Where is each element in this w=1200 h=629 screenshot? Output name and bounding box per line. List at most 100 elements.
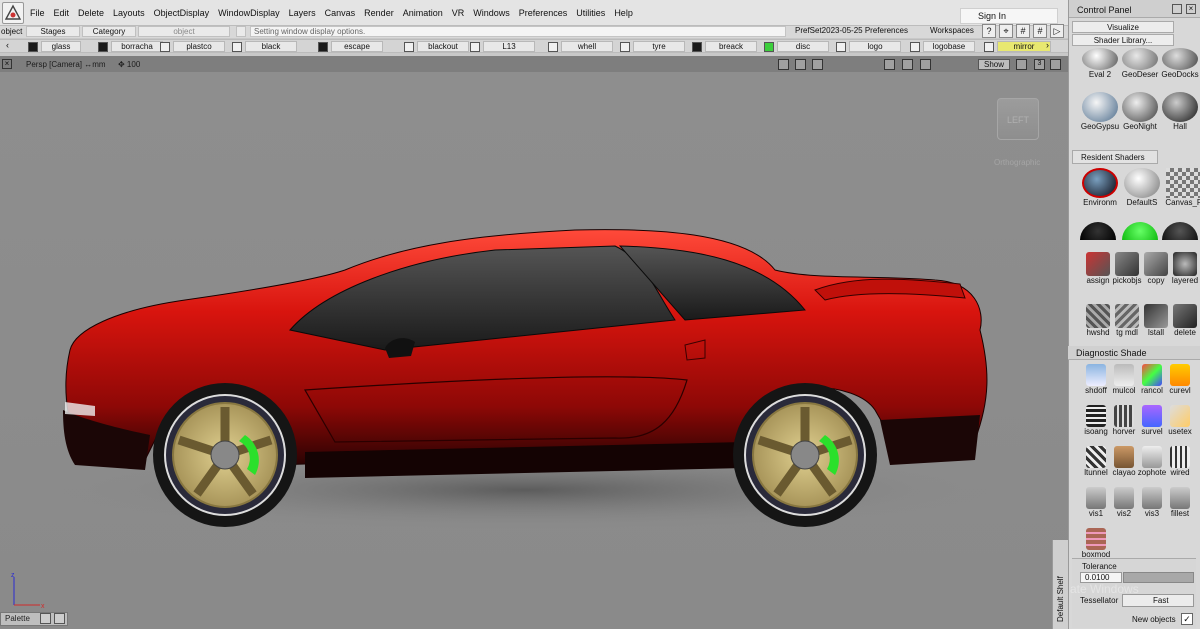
- tool-tg-mdl[interactable]: tg mdl: [1111, 304, 1143, 344]
- layer-blackout[interactable]: blackout: [404, 41, 469, 52]
- shader-item[interactable]: Eval 2: [1080, 48, 1120, 88]
- layer-borracha[interactable]: borracha: [98, 41, 163, 52]
- car-model[interactable]: [55, 180, 1010, 540]
- diag-tool-curevl[interactable]: curevl: [1164, 364, 1196, 404]
- object-field[interactable]: object: [138, 26, 230, 37]
- menu-objectdisplay[interactable]: ObjectDisplay: [154, 8, 219, 18]
- layer-scroll-left-icon[interactable]: ‹: [6, 40, 9, 50]
- menu-preferences[interactable]: Preferences: [519, 8, 577, 18]
- resident-shaders-tab[interactable]: Resident Shaders: [1072, 150, 1158, 164]
- layer-label[interactable]: logobase: [923, 41, 975, 52]
- menu-delete[interactable]: Delete: [78, 8, 113, 18]
- tool-delete[interactable]: delete: [1169, 304, 1200, 344]
- palette-window-icon[interactable]: [40, 613, 51, 624]
- layer-logo[interactable]: logo: [836, 41, 901, 52]
- layer-swatch[interactable]: [160, 41, 170, 52]
- layer-label[interactable]: mirror: [997, 41, 1051, 52]
- layer-disc[interactable]: disc: [764, 41, 829, 52]
- tool-layered[interactable]: layered: [1169, 252, 1200, 292]
- viewport[interactable]: × Persp [Camera] ↔mm ✥ 100 Show 3 LEFT O…: [0, 56, 1068, 629]
- menu-animation[interactable]: Animation: [403, 8, 452, 18]
- layer-scroll-right-icon[interactable]: ›: [1046, 40, 1049, 50]
- layer-swatch[interactable]: [620, 41, 630, 52]
- menu-utilities[interactable]: Utilities: [576, 8, 614, 18]
- panel-close-icon[interactable]: ×: [1186, 4, 1196, 14]
- layer-swatch[interactable]: [836, 41, 846, 52]
- tool-hwshd[interactable]: hwshd: [1082, 304, 1114, 344]
- new-objects-checkbox[interactable]: ✓: [1181, 613, 1193, 625]
- shader-item[interactable]: GeoDeser: [1120, 48, 1160, 88]
- layer-label[interactable]: borracha: [111, 41, 163, 52]
- palette-close-icon[interactable]: [54, 613, 65, 624]
- layer-escape[interactable]: escape: [318, 41, 383, 52]
- maximize-icon[interactable]: [902, 59, 913, 70]
- layer-swatch[interactable]: [404, 41, 414, 52]
- diag-tool-usetex[interactable]: usetex: [1164, 405, 1196, 445]
- layer-label[interactable]: black: [245, 41, 297, 52]
- layer-swatch[interactable]: [692, 41, 702, 52]
- category-button[interactable]: Category: [82, 26, 136, 37]
- layer-mirror[interactable]: mirror: [984, 41, 1051, 52]
- layer-label[interactable]: disc: [777, 41, 829, 52]
- default-shelf-tab[interactable]: Default Shelf: [1052, 540, 1068, 629]
- zoom-fit-icon[interactable]: [812, 59, 823, 70]
- layer-swatch[interactable]: [28, 41, 38, 52]
- layer-glass[interactable]: glass: [28, 41, 81, 52]
- grid-icon[interactable]: [236, 26, 246, 37]
- show-button[interactable]: Show: [978, 59, 1010, 70]
- layer-swatch[interactable]: [984, 41, 994, 52]
- menu-layouts[interactable]: Layouts: [113, 8, 154, 18]
- menu-help[interactable]: Help: [614, 8, 642, 18]
- frame-icon[interactable]: [884, 59, 895, 70]
- split-view-icon[interactable]: [920, 59, 931, 70]
- layer-label[interactable]: blackout: [417, 41, 469, 52]
- layer-swatch[interactable]: [910, 41, 920, 52]
- layer-label[interactable]: tyre: [633, 41, 685, 52]
- layer-swatch[interactable]: [764, 41, 774, 52]
- visualize-select[interactable]: Visualize: [1072, 21, 1174, 33]
- shader-item[interactable]: GeoGypsu: [1080, 92, 1120, 132]
- shader-item[interactable]: Hall: [1160, 92, 1200, 132]
- shader-item[interactable]: GeoDocks: [1160, 48, 1200, 88]
- sign-in-button[interactable]: Sign In: [960, 8, 1058, 24]
- layer-label[interactable]: L13: [483, 41, 535, 52]
- layer-L13[interactable]: L13: [470, 41, 535, 52]
- menu-render[interactable]: Render: [364, 8, 403, 18]
- tool-lstall[interactable]: lstall: [1140, 304, 1172, 344]
- diag-tool-fillest[interactable]: fillest: [1164, 487, 1196, 527]
- help-icon[interactable]: ?: [982, 24, 996, 38]
- tool-assign[interactable]: assign: [1082, 252, 1114, 292]
- menu-windows[interactable]: Windows: [473, 8, 519, 18]
- menu-file[interactable]: File: [30, 8, 54, 18]
- grid-snap-icon[interactable]: #: [1033, 24, 1047, 38]
- layer-logobase[interactable]: logobase: [910, 41, 975, 52]
- object-tab[interactable]: object: [0, 26, 24, 38]
- layer-breack[interactable]: breack: [692, 41, 757, 52]
- snap-icon[interactable]: #: [1016, 24, 1030, 38]
- layer-swatch[interactable]: [548, 41, 558, 52]
- layer-label[interactable]: whell: [561, 41, 613, 52]
- layer-black[interactable]: black: [232, 41, 297, 52]
- layer-plastco[interactable]: plastco: [160, 41, 225, 52]
- viewport-close-icon[interactable]: ×: [2, 59, 12, 69]
- pick-icon[interactable]: ⌖: [999, 24, 1013, 38]
- tool-copy[interactable]: copy: [1140, 252, 1172, 292]
- menu-edit[interactable]: Edit: [54, 8, 79, 18]
- layer-label[interactable]: glass: [41, 41, 81, 52]
- shader-library-button[interactable]: Shader Library...: [1072, 34, 1174, 46]
- layer-tyre[interactable]: tyre: [620, 41, 685, 52]
- display-icon[interactable]: [1016, 59, 1027, 70]
- layer-label[interactable]: logo: [849, 41, 901, 52]
- layer-label[interactable]: plastco: [173, 41, 225, 52]
- orthographic-label[interactable]: Orthographic: [994, 158, 1040, 167]
- app-logo-icon[interactable]: [2, 2, 24, 24]
- layer-label[interactable]: escape: [331, 41, 383, 52]
- layout-number[interactable]: 3: [1034, 59, 1045, 70]
- layer-swatch[interactable]: [318, 41, 328, 52]
- layer-swatch[interactable]: [232, 41, 242, 52]
- stages-button[interactable]: Stages: [26, 26, 80, 37]
- resident-shader-item[interactable]: Canvas_R: [1164, 168, 1200, 208]
- viewport-expand-icon[interactable]: [1050, 59, 1061, 70]
- layer-whell[interactable]: whell: [548, 41, 613, 52]
- prefset-label[interactable]: PrefSet2023-05-25 Preferences: [795, 26, 908, 35]
